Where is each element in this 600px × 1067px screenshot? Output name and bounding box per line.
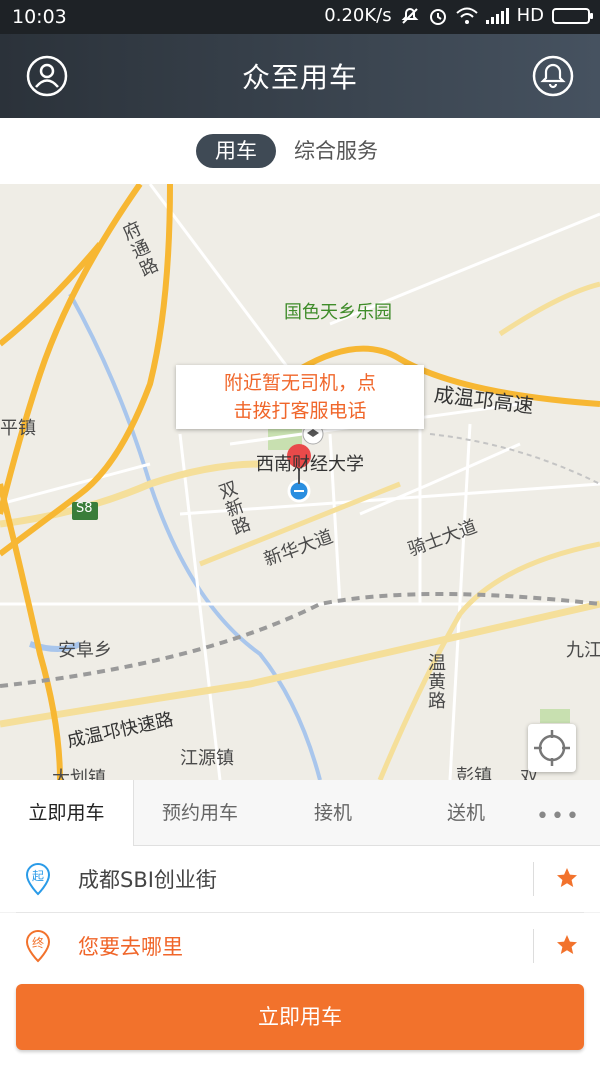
star-icon[interactable] [555,866,579,890]
hd-label: HD [516,5,544,26]
tab-use-car[interactable]: 用车 [196,134,276,168]
map-roads [0,184,600,780]
map-label-anfu: 安阜乡 [58,640,112,661]
alarm-icon [429,8,446,25]
destination-row[interactable]: 终 您要去哪里 [0,913,600,979]
tab-airport-dropoff[interactable]: 送机 [400,780,532,846]
battery-icon [552,7,593,24]
start-pin-label: 起 [32,869,44,883]
mute-icon [401,7,419,24]
map-label-jiangyuan: 江源镇 [180,748,234,769]
more-button[interactable]: ••• [536,804,581,829]
divider [533,862,534,896]
map-label-pingzhen: 平镇 [0,418,36,439]
no-driver-callout[interactable]: 附近暂无司机，点 击拨打客服电话 [176,365,424,429]
map-label-s8: S8 [76,501,93,516]
bell-icon[interactable] [531,54,575,98]
map-label-jiujiang: 九江 [566,640,600,661]
start-pin-icon: 起 [25,862,51,896]
tab-reservation[interactable]: 预约用车 [134,780,266,846]
map-label-park: 国色天乡乐园 [284,302,392,323]
service-tabs: 立即用车 预约用车 接机 送机 ••• [0,780,600,846]
tab-general-services[interactable]: 综合服务 [294,134,378,168]
map-view[interactable]: 府 通 路 国色天乡乐园 平镇 成温邛高速 西南财经大学 双 新 路 新华大道 … [0,184,600,780]
callout-line-1: 附近暂无司机，点 [223,372,376,394]
divider [533,929,534,963]
end-pin-label: 终 [32,935,44,950]
map-label-wenhuang: 温 黄 路 [428,653,446,712]
map-label-dahua: 大划镇 [52,768,106,780]
tab-airport-pickup[interactable]: 接机 [266,780,400,846]
network-speed: 0.20K/s [324,5,392,26]
map-label-pengzhen: 彭镇 [456,766,492,780]
signal-icon [485,7,509,24]
locate-button[interactable] [528,724,576,772]
wifi-icon [455,7,478,24]
tab-immediate[interactable]: 立即用车 [0,780,134,846]
app-header: 众至用车 [0,34,600,118]
request-car-button[interactable]: 立即用车 [16,984,584,1050]
callout-line-2: 击拨打客服电话 [233,400,367,422]
status-bar: 10:03 0.20K/s HD [0,0,600,34]
page-title: 众至用车 [241,61,358,94]
star-icon[interactable] [555,933,579,957]
locate-icon [534,730,570,766]
end-pin-icon: 终 [25,929,51,963]
status-indicators: 0.20K/s HD [324,5,593,26]
map-label-university: 西南财经大学 [256,454,364,475]
status-time: 10:03 [12,6,67,28]
segment-tabs: 用车 综合服务 [0,118,600,184]
start-address[interactable]: 成都SBI创业街 [78,864,217,894]
destination-input[interactable]: 您要去哪里 [78,931,183,961]
start-address-row[interactable]: 起 成都SBI创业街 [0,846,600,912]
